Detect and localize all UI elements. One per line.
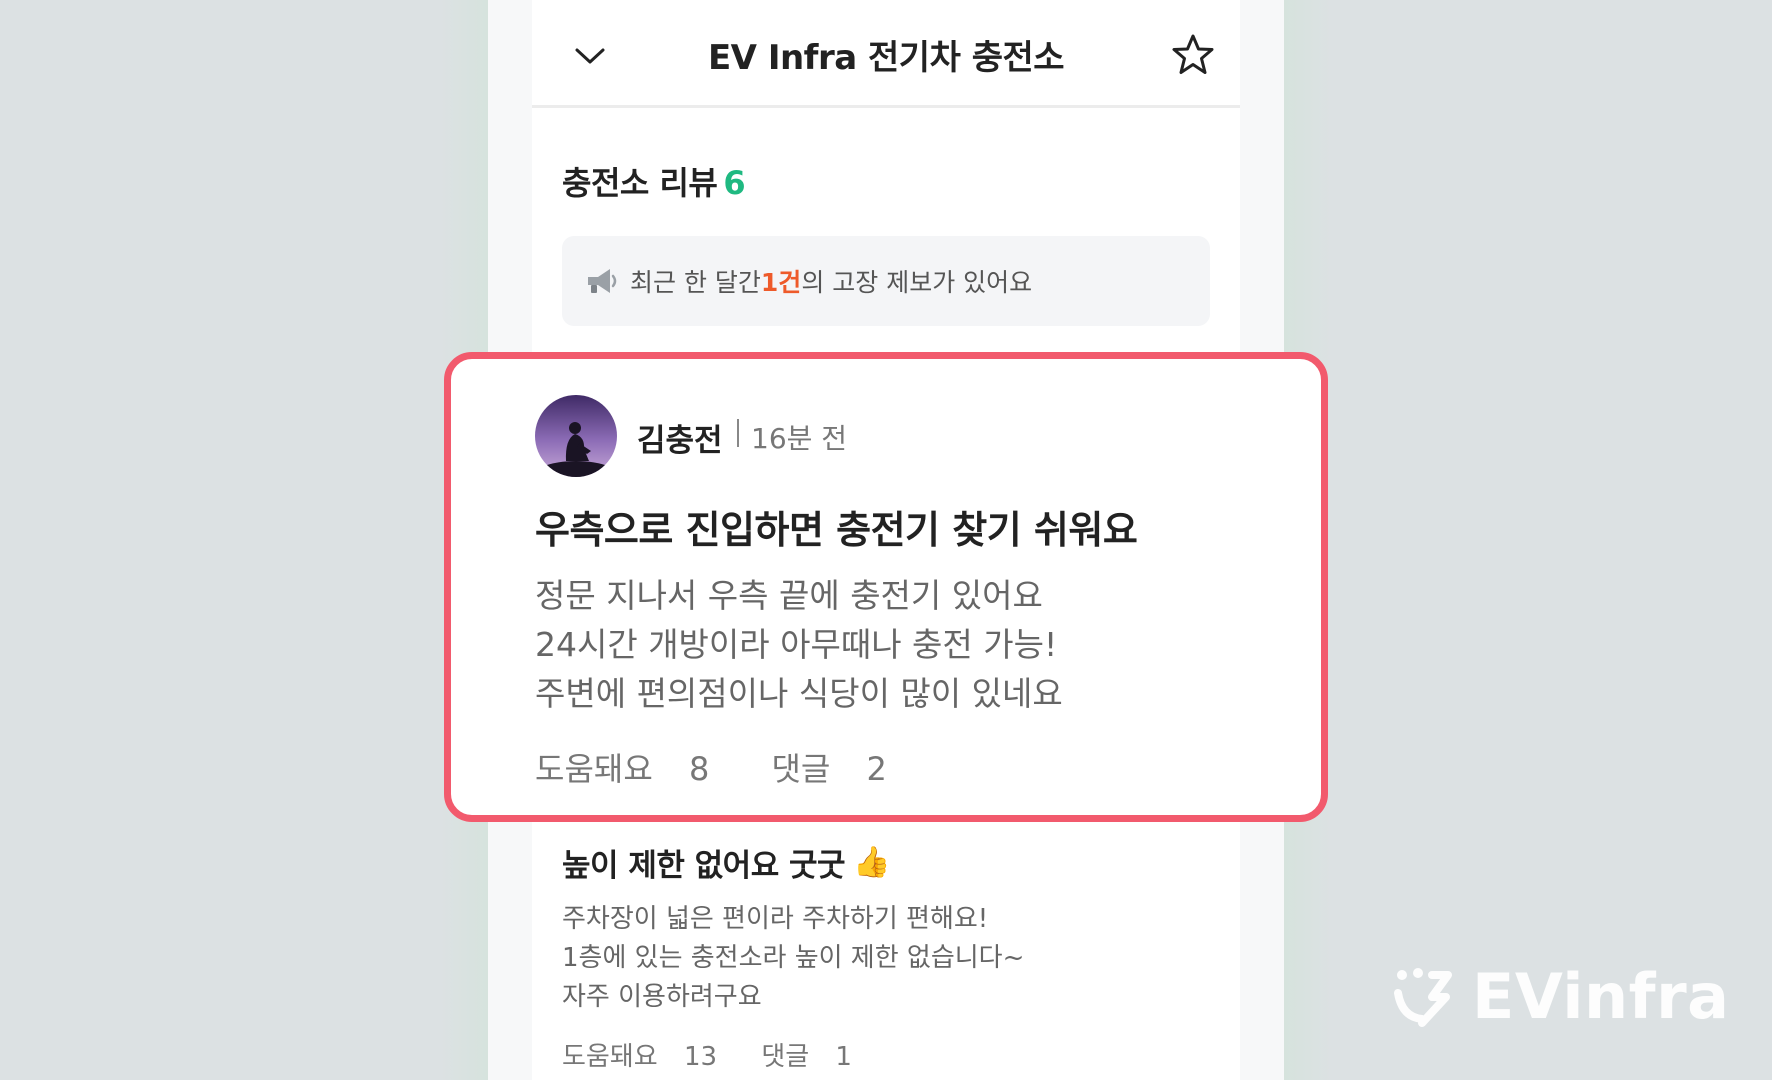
reviews-count: 6: [723, 164, 746, 202]
notice-suffix: 의 고장 제보가 있어요: [801, 268, 1033, 297]
helpful-button[interactable]: 도움돼요 8: [535, 750, 735, 788]
comment-label: 댓글: [761, 1042, 810, 1072]
evinfra-logo-icon: [1394, 967, 1452, 1027]
divider: [737, 419, 739, 447]
evinfra-watermark: EVinfra: [1392, 960, 1730, 1033]
review-meta: 도움돼요 13 댓글 1: [562, 1036, 888, 1073]
helpful-count: 8: [688, 750, 710, 788]
helpful-label: 도움돼요: [535, 750, 653, 788]
comment-count: 1: [835, 1042, 852, 1072]
comment-button[interactable]: 댓글 2: [771, 750, 912, 788]
reviews-heading: 충전소 리뷰 6: [562, 158, 746, 204]
review-body: 주차장이 넓은 편이라 주차하기 편해요! 1층에 있는 충전소라 높이 제한 …: [562, 900, 1024, 1017]
review-body-line: 주변에 편의점이나 식당이 많이 있네요: [535, 674, 1063, 713]
review-timestamp: 16분 전: [751, 422, 848, 455]
helpful-count: 13: [683, 1042, 718, 1072]
megaphone-icon: [584, 266, 620, 296]
reviewer-name[interactable]: 김충전: [637, 415, 723, 460]
avatar[interactable]: [535, 395, 617, 477]
review-title: 높이 제한 없어요 굿굿 👍: [562, 840, 890, 885]
thumbs-up-icon: 👍: [853, 845, 890, 880]
comment-label: 댓글: [771, 750, 831, 788]
review-title: 우측으로 진입하면 충전기 찾기 쉬워요: [535, 508, 1138, 552]
review-body-line: 자주 이용하려구요: [562, 982, 762, 1012]
review-title-text: 높이 제한 없어요 굿굿: [562, 848, 846, 884]
star-icon[interactable]: [1170, 32, 1216, 78]
reviews-heading-label: 충전소 리뷰: [562, 164, 718, 202]
app-header: EV Infra 전기차 충전소: [532, 0, 1240, 108]
review-body-line: 정문 지나서 우측 끝에 충전기 있어요: [535, 576, 1043, 615]
notice-prefix: 최근 한 달간: [630, 268, 761, 297]
comment-count: 2: [866, 750, 887, 788]
review-body-line: 주차장이 넓은 편이라 주차하기 편해요!: [562, 904, 989, 934]
comment-button[interactable]: 댓글 1: [761, 1042, 870, 1072]
chevron-down-icon[interactable]: [570, 36, 610, 76]
fault-report-notice[interactable]: 최근 한 달간 1건 의 고장 제보가 있어요: [562, 236, 1210, 326]
featured-review-card[interactable]: 김충전 16분 전 우측으로 진입하면 충전기 찾기 쉬워요 정문 지나서 우측…: [444, 352, 1328, 822]
watermark-text: EVinfra: [1472, 960, 1730, 1033]
helpful-button[interactable]: 도움돼요 13: [562, 1042, 735, 1072]
page-title: EV Infra 전기차 충전소: [707, 38, 1065, 78]
review-meta: 도움돼요 8 댓글 2: [535, 744, 939, 790]
notice-highlight: 1건: [760, 268, 802, 297]
review-body: 정문 지나서 우측 끝에 충전기 있어요 24시간 개방이라 아무때나 충전 가…: [535, 571, 1063, 718]
review-body-line: 1층에 있는 충전소라 높이 제한 없습니다~: [562, 943, 1025, 973]
helpful-label: 도움돼요: [562, 1042, 658, 1072]
review-body-line: 24시간 개방이라 아무때나 충전 가능!: [535, 625, 1058, 664]
